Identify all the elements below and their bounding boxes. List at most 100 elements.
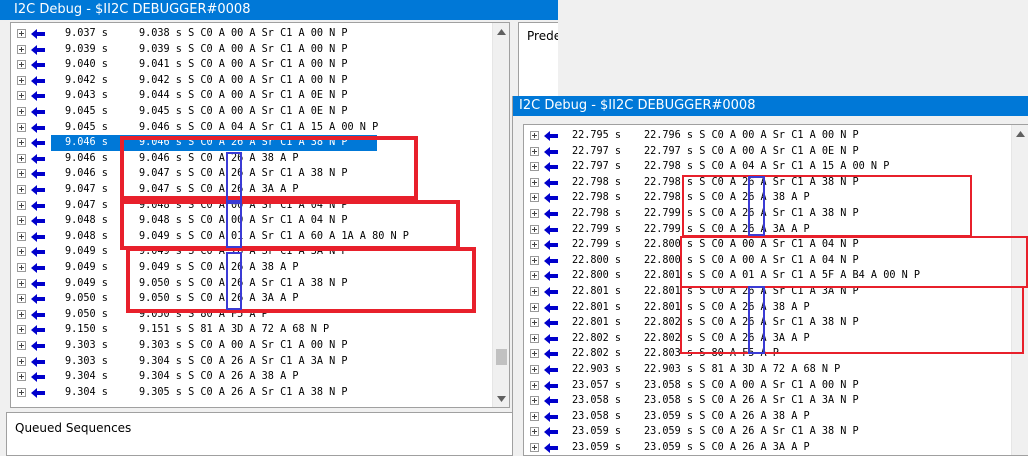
expand-plus-icon[interactable]	[530, 131, 539, 140]
expand-plus-icon[interactable]	[530, 271, 539, 281]
expand-plus-icon[interactable]	[17, 294, 26, 304]
log-row[interactable]: 9.303 s 9.304 s S C0 A 26 A Sr C1 A 3A N …	[11, 354, 509, 370]
expand-plus-icon[interactable]	[530, 240, 539, 250]
log-row[interactable]: 22.801 s 22.801 s S C0 A 26 A Sr C1 A 3A …	[524, 284, 1028, 300]
log-row[interactable]: 9.037 s 9.038 s S C0 A 00 A Sr C1 A 00 N …	[11, 26, 509, 42]
log-row[interactable]: 9.047 s 9.048 s S C0 A 00 A Sr C1 A 04 N …	[11, 198, 509, 214]
expand-plus-icon[interactable]	[17, 278, 26, 288]
expand-plus-icon[interactable]	[530, 193, 539, 203]
expand-plus-icon[interactable]	[17, 185, 26, 194]
log-row[interactable]: 9.042 s 9.042 s S C0 A 00 A Sr C1 A 00 N …	[11, 73, 509, 89]
log-row[interactable]: 9.043 s 9.044 s S C0 A 00 A Sr C1 A 0E N …	[11, 88, 509, 104]
log-row[interactable]: 9.048 s 9.049 s S C0 A 01 A Sr C1 A 60 A …	[11, 229, 509, 245]
log-row[interactable]: 9.304 s 9.305 s S C0 A 26 A Sr C1 A 38 N …	[11, 385, 509, 401]
log-row[interactable]: 9.045 s 9.045 s S C0 A 00 A Sr C1 A 0E N …	[11, 104, 509, 120]
log-row[interactable]: 9.046 s 9.046 s S C0 A 26 A Sr C1 A 38 N …	[11, 135, 509, 151]
expand-plus-icon[interactable]	[17, 169, 26, 179]
expand-plus-icon[interactable]	[530, 427, 539, 437]
log-row[interactable]: 22.802 s 22.803 s S 80 A F5 A P	[524, 346, 1028, 362]
row-timestamp: 9.040 s	[65, 59, 108, 71]
log-row[interactable]: 9.048 s 9.048 s S C0 A 00 A Sr C1 A 04 N …	[11, 213, 509, 229]
left-log-list[interactable]: 9.037 s 9.038 s S C0 A 00 A Sr C1 A 00 N …	[10, 22, 510, 408]
expand-plus-icon[interactable]	[530, 162, 539, 172]
log-row[interactable]: 9.039 s 9.039 s S C0 A 00 A Sr C1 A 00 N …	[11, 42, 509, 58]
expand-plus-icon[interactable]	[17, 356, 26, 366]
scroll-down-icon[interactable]	[493, 390, 509, 407]
log-row[interactable]: 22.800 s 22.801 s S C0 A 01 A Sr C1 A 5F …	[524, 268, 1028, 284]
expand-plus-icon[interactable]	[17, 44, 26, 54]
expand-plus-icon[interactable]	[530, 209, 539, 218]
expand-plus-icon[interactable]	[17, 60, 26, 70]
expand-plus-icon[interactable]	[530, 443, 539, 452]
expand-plus-icon[interactable]	[530, 224, 539, 234]
log-row[interactable]: 9.046 s 9.047 s S C0 A 26 A Sr C1 A 38 N …	[11, 166, 509, 182]
log-row[interactable]: 9.045 s 9.046 s S C0 A 04 A Sr C1 A 15 A …	[11, 120, 509, 136]
left-scroll-thumb[interactable]	[496, 349, 507, 365]
expand-plus-icon[interactable]	[17, 153, 26, 163]
expand-plus-icon[interactable]	[530, 146, 539, 156]
expand-plus-icon[interactable]	[17, 200, 26, 210]
log-row[interactable]: 23.058 s 23.059 s S C0 A 26 A 38 A P	[524, 409, 1028, 425]
log-row[interactable]: 9.150 s 9.151 s S 81 A 3D A 72 A 68 N P	[11, 322, 509, 338]
expand-plus-icon[interactable]	[530, 333, 539, 343]
expand-plus-icon[interactable]	[530, 287, 539, 296]
left-vertical-scrollbar[interactable]	[492, 23, 509, 407]
expand-plus-icon[interactable]	[530, 302, 539, 312]
expand-plus-icon[interactable]	[530, 349, 539, 359]
log-row[interactable]: 9.049 s 9.049 s S C0 A 26 A 38 A P	[11, 260, 509, 276]
expand-plus-icon[interactable]	[17, 372, 26, 382]
expand-plus-icon[interactable]	[17, 138, 26, 148]
log-row[interactable]: 9.303 s 9.303 s S C0 A 00 A Sr C1 A 00 N …	[11, 338, 509, 354]
expand-plus-icon[interactable]	[530, 380, 539, 390]
expand-plus-icon[interactable]	[17, 325, 26, 335]
expand-plus-icon[interactable]	[530, 318, 539, 328]
expand-plus-icon[interactable]	[17, 91, 26, 101]
log-row[interactable]: 22.798 s 22.799 s S C0 A 26 A Sr C1 A 38 …	[524, 206, 1028, 222]
log-row[interactable]: 22.798 s 22.798 s S C0 A 26 A Sr C1 A 38 …	[524, 175, 1028, 191]
expand-plus-icon[interactable]	[17, 387, 26, 397]
log-row[interactable]: 23.059 s 23.059 s S C0 A 26 A Sr C1 A 38 …	[524, 424, 1028, 440]
log-row[interactable]: 9.049 s 9.049 s S C0 A 26 A Sr C1 A 3A N …	[11, 244, 509, 260]
scroll-up-icon[interactable]	[1012, 125, 1028, 142]
log-row[interactable]: 23.057 s 23.058 s S C0 A 00 A Sr C1 A 00 …	[524, 378, 1028, 394]
log-row[interactable]: 22.802 s 22.802 s S C0 A 26 A 3A A P	[524, 331, 1028, 347]
right-log-list[interactable]: 22.795 s 22.796 s S C0 A 00 A Sr C1 A 00 …	[523, 124, 1028, 456]
log-row[interactable]: 22.795 s 22.796 s S C0 A 00 A Sr C1 A 00 …	[524, 128, 1028, 144]
log-row[interactable]: 9.047 s 9.047 s S C0 A 26 A 3A A P	[11, 182, 509, 198]
expand-plus-icon[interactable]	[530, 411, 539, 421]
expand-plus-icon[interactable]	[530, 365, 539, 374]
scroll-up-icon[interactable]	[493, 23, 509, 40]
log-row[interactable]: 23.059 s 23.059 s S C0 A 26 A 3A A P	[524, 440, 1028, 455]
log-row[interactable]: 22.797 s 22.797 s S C0 A 00 A Sr C1 A 0E …	[524, 144, 1028, 160]
expand-plus-icon[interactable]	[17, 263, 26, 272]
log-row[interactable]: 22.801 s 22.802 s S C0 A 26 A Sr C1 A 38 …	[524, 315, 1028, 331]
log-row[interactable]: 9.050 s 9.050 s S 80 A F5 A P	[11, 307, 509, 323]
log-row[interactable]: 9.049 s 9.050 s S C0 A 26 A Sr C1 A 38 N …	[11, 276, 509, 292]
log-row[interactable]: 22.799 s 22.800 s S C0 A 00 A Sr C1 A 04 …	[524, 237, 1028, 253]
log-row[interactable]: 9.304 s 9.304 s S C0 A 26 A 38 A P	[11, 369, 509, 385]
log-row[interactable]: 22.798 s 22.798 s S C0 A 26 A 38 A P	[524, 190, 1028, 206]
expand-plus-icon[interactable]	[17, 107, 26, 116]
log-row[interactable]: 22.903 s 22.903 s S 81 A 3D A 72 A 68 N P	[524, 362, 1028, 378]
log-row[interactable]: 9.050 s 9.050 s S C0 A 26 A 3A A P	[11, 291, 509, 307]
expand-plus-icon[interactable]	[530, 396, 539, 406]
expand-plus-icon[interactable]	[530, 255, 539, 265]
expand-plus-icon[interactable]	[17, 29, 26, 38]
log-row[interactable]: 22.801 s 22.801 s S C0 A 26 A 38 A P	[524, 300, 1028, 316]
log-row[interactable]: 22.800 s 22.800 s S C0 A 00 A Sr C1 A 04 …	[524, 253, 1028, 269]
log-row[interactable]: 9.040 s 9.041 s S C0 A 00 A Sr C1 A 00 N …	[11, 57, 509, 73]
log-row[interactable]: 22.797 s 22.798 s S C0 A 04 A Sr C1 A 15 …	[524, 159, 1028, 175]
log-row[interactable]: 22.799 s 22.799 s S C0 A 26 A 3A A P	[524, 222, 1028, 238]
expand-plus-icon[interactable]	[17, 341, 26, 350]
expand-plus-icon[interactable]	[17, 231, 26, 241]
expand-plus-icon[interactable]	[17, 122, 26, 132]
right-vertical-scrollbar[interactable]	[1011, 125, 1028, 455]
expand-plus-icon[interactable]	[17, 75, 26, 85]
row-timestamp: 9.047 s	[65, 199, 108, 211]
log-row[interactable]: 23.058 s 23.058 s S C0 A 26 A Sr C1 A 3A …	[524, 393, 1028, 409]
expand-plus-icon[interactable]	[17, 309, 26, 319]
log-row[interactable]: 9.046 s 9.046 s S C0 A 26 A 38 A P	[11, 151, 509, 167]
expand-plus-icon[interactable]	[17, 247, 26, 257]
expand-plus-icon[interactable]	[17, 216, 26, 226]
expand-plus-icon[interactable]	[530, 177, 539, 187]
